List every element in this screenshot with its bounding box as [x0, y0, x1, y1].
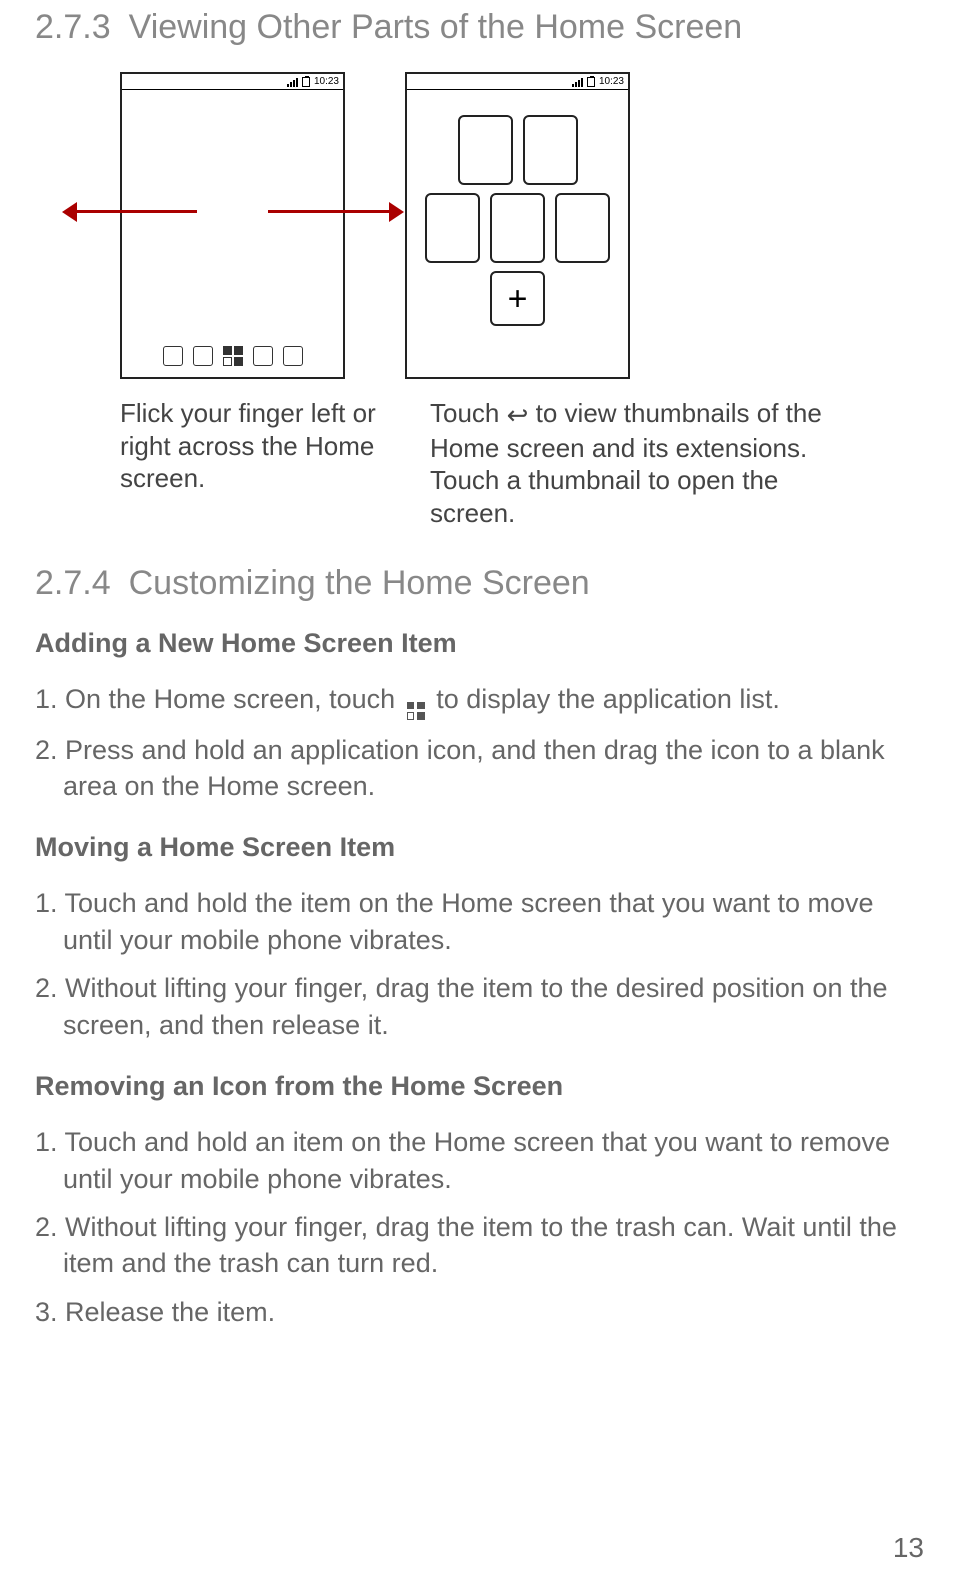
- section-title: Customizing the Home Screen: [129, 564, 590, 602]
- status-time: 10:23: [599, 76, 624, 87]
- adding-step-2: 2. Press and hold an application icon, a…: [35, 732, 929, 805]
- section-title: Viewing Other Parts of the Home Screen: [129, 8, 743, 46]
- phone-body-thumbnails: +: [407, 90, 628, 377]
- caption-swipe: Flick your finger left or right across t…: [120, 397, 410, 529]
- thumb-row: [458, 115, 578, 185]
- figure-row: 10:23 10:23: [120, 72, 929, 379]
- signal-icon: [287, 77, 298, 87]
- removing-block: Removing an Icon from the Home Screen 1.…: [35, 1071, 929, 1330]
- dock-slot: [163, 346, 183, 366]
- thumb-row: +: [490, 271, 545, 326]
- signal-icon: [572, 77, 583, 87]
- captions-row: Flick your finger left or right across t…: [120, 397, 929, 529]
- section-2-7-3-heading: 2.7.3 Viewing Other Parts of the Home Scr…: [35, 8, 929, 47]
- section-number: 2.7.3: [35, 8, 111, 46]
- removing-heading: Removing an Icon from the Home Screen: [35, 1071, 929, 1102]
- apps-grid-icon: [223, 346, 243, 366]
- section-2-7-4-heading: 2.7.4 Customizing the Home Screen: [35, 564, 929, 603]
- removing-step-3: 3. Release the item.: [35, 1294, 929, 1330]
- caption-text-pre: Touch: [430, 398, 507, 428]
- moving-step-2: 2. Without lifting your finger, drag the…: [35, 970, 929, 1043]
- dock-slot: [283, 346, 303, 366]
- moving-step-1: 1. Touch and hold the item on the Home s…: [35, 885, 929, 958]
- phone-mockup-2: 10:23 +: [405, 72, 630, 379]
- back-icon: ↩: [507, 399, 529, 432]
- status-bar: 10:23: [122, 74, 343, 90]
- caption-thumbnails: Touch ↩ to view thumbnails of the Home s…: [430, 397, 830, 529]
- thumb-row: [425, 193, 610, 263]
- dock-slot: [253, 346, 273, 366]
- phone-mockup-1: 10:23: [120, 72, 345, 379]
- page-number: 13: [893, 1532, 924, 1564]
- swipe-line-right: [268, 210, 393, 213]
- removing-step-1: 1. Touch and hold an item on the Home sc…: [35, 1124, 929, 1197]
- battery-icon: [302, 77, 310, 87]
- adding-step-1: 1. On the Home screen, touch to display …: [35, 681, 929, 720]
- phone-body-empty: [122, 90, 343, 335]
- add-screen-thumbnail: +: [490, 271, 545, 326]
- removing-step-2: 2. Without lifting your finger, drag the…: [35, 1209, 929, 1282]
- dock-slot: [193, 346, 213, 366]
- section-number: 2.7.4: [35, 564, 111, 602]
- screen-thumbnail: [425, 193, 480, 263]
- dock: [122, 335, 343, 377]
- swipe-line-left: [72, 210, 197, 213]
- adding-block: Adding a New Home Screen Item 1. On the …: [35, 628, 929, 804]
- screen-thumbnail: [458, 115, 513, 185]
- arrow-right-icon: [389, 202, 404, 222]
- adding-heading: Adding a New Home Screen Item: [35, 628, 929, 659]
- phone-thumbnails-figure: 10:23 +: [405, 72, 630, 379]
- apps-grid-icon: [407, 702, 425, 720]
- step-text-pre: 1. On the Home screen, touch: [35, 684, 403, 714]
- moving-block: Moving a Home Screen Item 1. Touch and h…: [35, 832, 929, 1043]
- phone-swipe-figure: 10:23: [120, 72, 345, 379]
- screen-thumbnail: [555, 193, 610, 263]
- status-time: 10:23: [314, 76, 339, 87]
- screen-thumbnail: [523, 115, 578, 185]
- battery-icon: [587, 77, 595, 87]
- screen-thumbnail: [490, 193, 545, 263]
- moving-heading: Moving a Home Screen Item: [35, 832, 929, 863]
- status-bar: 10:23: [407, 74, 628, 90]
- step-text-post: to display the application list.: [429, 684, 780, 714]
